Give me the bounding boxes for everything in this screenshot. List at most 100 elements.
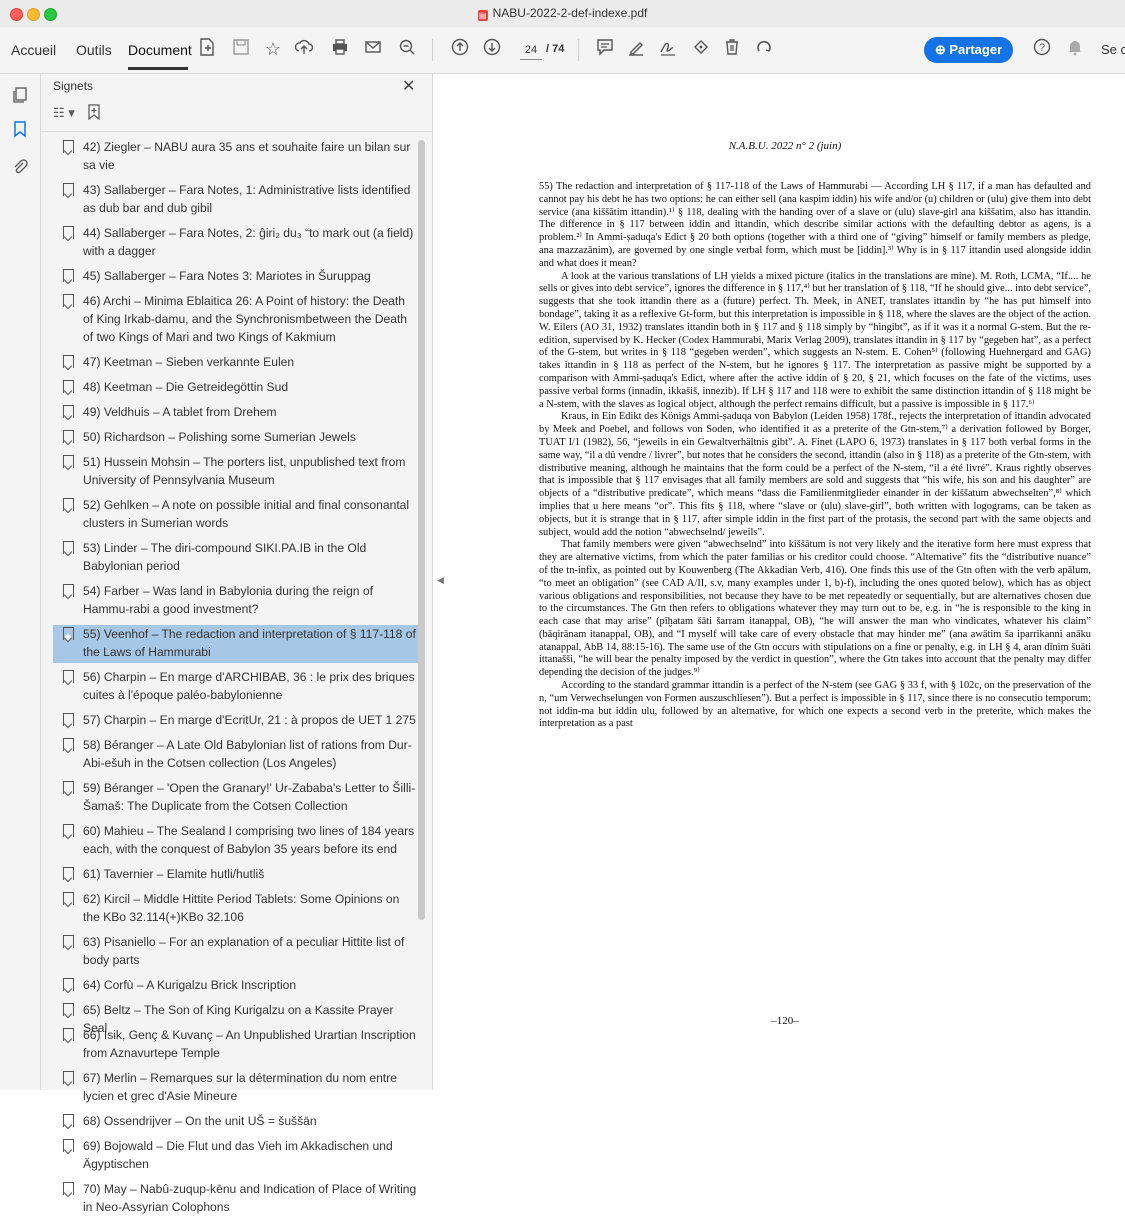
bookmark-icon <box>63 978 74 991</box>
close-icon[interactable]: ✕ <box>402 76 415 96</box>
page-number-input[interactable]: 24 <box>520 41 542 60</box>
menu-outils[interactable]: Outils <box>76 42 112 58</box>
bookmark-label: 50) Richardson – Polishing some Sumerian… <box>83 430 356 444</box>
bookmark-icon <box>63 498 74 511</box>
add-bookmark-icon[interactable] <box>86 104 102 121</box>
stamp-icon[interactable] <box>689 37 713 61</box>
title-bar: ▤ NABU-2022-2-def-indexe.pdf <box>0 0 1125 28</box>
bookmark-label: 69) Bojowald – Die Flut und das Vieh im … <box>83 1139 393 1171</box>
bookmark-item[interactable]: 56) Charpin – En marge d'ARCHIBAB, 36 : … <box>53 668 418 706</box>
zoom-icon[interactable] <box>395 37 419 61</box>
bookmark-panel-icon[interactable] <box>11 120 29 138</box>
bookmark-icon <box>63 824 74 837</box>
bookmark-label: 68) Ossendrijver – On the unit UŠ = šušš… <box>83 1114 317 1128</box>
help-icon[interactable]: ? <box>1030 37 1054 61</box>
highlight-icon[interactable] <box>624 37 648 61</box>
bookmark-item[interactable]: 46) Archi – Minima Eblaitica 26: A Point… <box>53 292 418 348</box>
bookmark-item[interactable]: 50) Richardson – Polishing some Sumerian… <box>53 428 418 448</box>
rotate-icon[interactable] <box>752 37 776 61</box>
paragraph: A look at the various translations of LH… <box>539 270 1092 410</box>
bookmark-item[interactable]: 54) Farber – Was land in Babylonia durin… <box>53 582 418 620</box>
bookmark-icon <box>63 935 74 948</box>
bookmark-item[interactable]: 57) Charpin – En marge d'EcritUr, 21 : à… <box>53 711 418 731</box>
file-add-icon[interactable] <box>195 37 219 61</box>
bookmark-item[interactable]: 49) Veldhuis – A tablet from Drehem <box>53 403 418 423</box>
bookmark-item[interactable]: 45) Sallaberger – Fara Notes 3: Mariotes… <box>53 267 418 287</box>
bookmark-label: 46) Archi – Minima Eblaitica 26: A Point… <box>83 294 408 344</box>
sign-in-link[interactable]: Se c <box>1101 42 1125 57</box>
bookmark-item[interactable]: 42) Ziegler – NABU aura 35 ans et souhai… <box>53 138 418 176</box>
bell-icon[interactable] <box>1063 37 1087 61</box>
bookmark-item[interactable]: 65) Beltz – The Son of King Kurigalzu on… <box>53 1001 418 1035</box>
bookmark-label: 54) Farber – Was land in Babylonia durin… <box>83 584 373 616</box>
bookmark-icon <box>63 738 74 751</box>
print-icon[interactable] <box>328 37 352 61</box>
journal-header: N.A.B.U. 2022 n° 2 (juin) <box>728 140 842 152</box>
options-menu-icon[interactable]: ☷ ▾ <box>53 105 75 120</box>
bookmark-item[interactable]: 53) Linder – The diri-compound SIKI.PA.I… <box>53 539 418 577</box>
bookmark-icon <box>63 380 74 393</box>
active-menu-indicator <box>128 67 188 70</box>
document-viewer[interactable]: N.A.B.U. 2022 n° 2 (juin) 55) The redact… <box>445 74 1125 1090</box>
bookmark-item[interactable]: 48) Keetman – Die Getreidegöttin Sud <box>53 378 418 398</box>
bookmark-icon <box>63 269 74 282</box>
bookmark-icon <box>63 1028 74 1041</box>
bookmark-item[interactable]: 66) Isik, Genç & Kuvanç – An Unpublished… <box>53 1026 418 1064</box>
bookmark-item[interactable]: 59) Béranger – 'Open the Granary!' Ur-Za… <box>53 779 418 817</box>
bookmark-item[interactable]: 64) Corfù – A Kurigalzu Brick Inscriptio… <box>53 976 418 996</box>
bookmark-item[interactable]: 52) Gehlken – A note on possible initial… <box>53 496 418 534</box>
bookmark-label: 55) Veenhof – The redaction and interpre… <box>83 627 416 659</box>
bookmark-icon <box>63 1114 74 1127</box>
main-toolbar: Accueil Outils Document ☆ 24 / 74 ⊕ Part… <box>0 27 1125 74</box>
bookmark-icon <box>63 405 74 418</box>
trash-icon[interactable] <box>720 37 744 61</box>
sign-icon[interactable] <box>656 37 680 61</box>
bookmark-item[interactable]: 47) Keetman – Sieben verkannte Eulen <box>53 353 418 373</box>
star-icon[interactable]: ☆ <box>261 37 285 61</box>
left-icon-rail <box>0 74 41 1090</box>
share-button[interactable]: ⊕ Partager <box>924 37 1013 63</box>
bookmark-icon <box>63 713 74 726</box>
bookmark-label: 45) Sallaberger – Fara Notes 3: Mariotes… <box>83 269 371 283</box>
page-number: –120– <box>771 1015 799 1027</box>
share-button-label: Partager <box>949 42 1003 57</box>
bookmark-item[interactable]: 68) Ossendrijver – On the unit UŠ = šušš… <box>53 1112 418 1132</box>
bookmark-label: 66) Isik, Genç & Kuvanç – An Unpublished… <box>83 1028 416 1060</box>
panel-scrollbar[interactable] <box>418 140 425 920</box>
bookmark-item[interactable]: 61) Tavernier – Elamite hutli/hutliš <box>53 865 418 885</box>
bookmark-item[interactable]: 67) Merlin – Remarques sur la déterminat… <box>53 1069 418 1107</box>
arrow-up-icon[interactable] <box>448 37 472 61</box>
menu-document[interactable]: Document <box>128 42 192 58</box>
bookmark-label: 47) Keetman – Sieben verkannte Eulen <box>83 355 295 369</box>
bookmark-item[interactable]: 55) Veenhof – The redaction and interpre… <box>53 625 418 663</box>
attachment-icon[interactable] <box>11 158 29 176</box>
bookmark-icon <box>63 355 74 368</box>
comment-icon[interactable] <box>593 37 617 61</box>
page-total: / 74 <box>546 43 565 55</box>
svg-text:?: ? <box>1039 42 1045 54</box>
upload-icon[interactable] <box>292 37 316 61</box>
bookmark-item[interactable]: 43) Sallaberger – Fara Notes, 1: Adminis… <box>53 181 418 219</box>
article-body: 55) The redaction and interpretation of … <box>539 181 1091 731</box>
bookmark-item[interactable]: 58) Béranger – A Late Old Babylonian lis… <box>53 736 418 774</box>
window-title: ▤ NABU-2022-2-def-indexe.pdf <box>0 6 1125 21</box>
menu-accueil[interactable]: Accueil <box>11 42 56 58</box>
pdf-page: N.A.B.U. 2022 n° 2 (juin) 55) The redact… <box>445 74 1125 1090</box>
bookmark-icon <box>63 541 74 554</box>
arrow-down-icon[interactable] <box>480 37 504 61</box>
bookmark-item[interactable]: 70) May – Nabû-zuqup-kēnu and Indication… <box>53 1180 418 1218</box>
save-icon[interactable] <box>229 37 253 61</box>
pages-thumbnail-icon[interactable] <box>11 86 29 104</box>
bookmark-item[interactable]: 63) Pisaniello – For an explanation of a… <box>53 933 418 971</box>
mail-icon[interactable] <box>361 37 385 61</box>
bookmark-icon <box>63 781 74 794</box>
collapse-panel-icon[interactable]: ◀ <box>437 575 444 586</box>
bookmark-item[interactable]: 51) Hussein Mohsin – The porters list, u… <box>53 453 418 491</box>
bookmark-item[interactable]: 69) Bojowald – Die Flut und das Vieh im … <box>53 1137 418 1175</box>
bookmark-icon <box>63 1071 74 1084</box>
bookmark-label: 56) Charpin – En marge d'ARCHIBAB, 36 : … <box>83 670 415 702</box>
bookmark-item[interactable]: 62) Kircil – Middle Hittite Period Table… <box>53 890 418 928</box>
toolbar-separator <box>432 39 433 61</box>
bookmark-item[interactable]: 60) Mahieu – The Sealand I comprising tw… <box>53 822 418 860</box>
bookmark-item[interactable]: 44) Sallaberger – Fara Notes, 2: ĝiri₂ d… <box>53 224 418 262</box>
